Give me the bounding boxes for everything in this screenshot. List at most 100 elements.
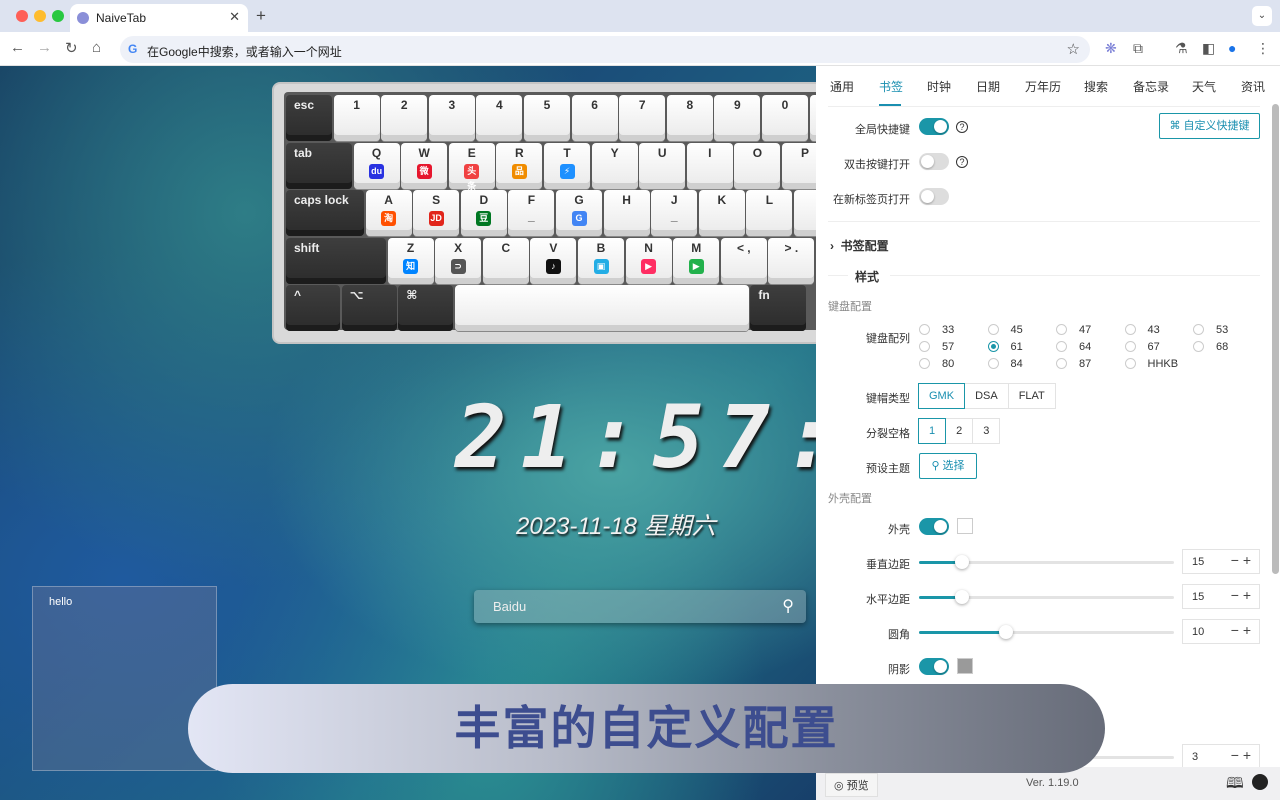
docs-book-icon[interactable]: 🕮 [1226,773,1244,798]
close-window-button[interactable] [16,10,28,22]
key-H[interactable]: H [604,190,650,236]
key-⌘[interactable]: ⌘ [398,285,453,331]
horizontal-padding-slider[interactable] [919,596,1174,599]
key-fn[interactable]: fn [750,285,806,331]
key-G[interactable]: GG [556,190,602,236]
tab-0[interactable]: 通用 [830,78,854,95]
layout-radio-68[interactable]: 68 [1193,341,1228,353]
number-input[interactable]: 3− + [1182,744,1260,769]
custom-shortcut-button[interactable]: ⌘ 自定义快捷键 [1159,113,1260,139]
radio-circle[interactable] [1056,324,1067,335]
vertical-padding-slider[interactable] [919,561,1174,564]
key-X[interactable]: X⊃ [435,238,481,284]
key-Z[interactable]: Z知 [388,238,434,284]
radius-input[interactable]: 10− + [1182,619,1260,644]
layout-radio-57[interactable]: 57 [919,341,954,353]
key-6[interactable]: 6 [572,95,618,141]
tab-7[interactable]: 天气 [1192,78,1216,95]
splits-option[interactable]: 3 [972,418,1000,444]
search-icon[interactable]: ⚲ [782,596,794,616]
key-Q[interactable]: Qdu [354,143,400,189]
menu-icon[interactable]: ⋮ [1256,40,1270,57]
radio-circle[interactable] [988,324,999,335]
layout-radio-47[interactable]: 47 [1056,324,1091,336]
radio-circle[interactable] [988,358,999,369]
keycaps-option[interactable]: GMK [918,383,965,409]
shell-toggle[interactable] [919,518,949,535]
key-4[interactable]: 4 [476,95,522,141]
home-icon[interactable]: ⌂ [92,39,101,56]
memo-note[interactable]: hello [32,586,217,771]
key-Y[interactable]: Y [592,143,638,189]
key-tab[interactable]: tab [286,143,352,189]
key-I[interactable]: I [687,143,733,189]
radius-slider[interactable] [919,631,1174,634]
key-O[interactable]: O [734,143,780,189]
extension-naivetab-icon[interactable]: ❋ [1105,40,1117,57]
key-W[interactable]: W微 [401,143,447,189]
profile-avatar-icon[interactable]: ● [1228,40,1236,56]
maximize-window-button[interactable] [52,10,64,22]
radio-circle[interactable] [919,358,930,369]
key-7[interactable]: 7 [619,95,665,141]
key-T[interactable]: T⚡ [544,143,590,189]
tab-1[interactable]: 书签 [879,78,903,95]
keycaps-option[interactable]: DSA [964,383,1009,409]
key-V[interactable]: V♪ [530,238,576,284]
layout-radio-87[interactable]: 87 [1056,358,1091,370]
key-3[interactable]: 3 [429,95,475,141]
radio-circle[interactable] [1125,341,1136,352]
key-F[interactable]: F_ [508,190,554,236]
splits-option[interactable]: 2 [945,418,973,444]
key-8[interactable]: 8 [667,95,713,141]
key-M[interactable]: M▶ [673,238,719,284]
keycaps-option[interactable]: FLAT [1008,383,1056,409]
close-tab-icon[interactable]: ✕ [229,9,240,25]
layout-radio-45[interactable]: 45 [988,324,1023,336]
key-U[interactable]: U [639,143,685,189]
minimize-window-button[interactable] [34,10,46,22]
key-K[interactable]: K [699,190,745,236]
splits-option[interactable]: 1 [918,418,946,444]
radio-circle[interactable] [1125,358,1136,369]
tab-8[interactable]: 资讯 [1241,78,1265,95]
key-E[interactable]: E头条 [449,143,495,189]
layout-radio-64[interactable]: 64 [1056,341,1091,353]
shadow-toggle[interactable] [919,658,949,675]
global-shortcut-toggle[interactable] [919,118,949,135]
key-;[interactable]: ; [794,190,816,236]
tab-search-button[interactable]: ⌄ [1252,6,1272,26]
layout-radio-53[interactable]: 53 [1193,324,1228,336]
double-click-open-toggle[interactable] [919,153,949,170]
reload-icon[interactable]: ↻ [65,39,78,57]
new-tab-button[interactable]: + [256,6,266,26]
layout-radio-61[interactable]: 61 [988,341,1023,353]
minus-plus-icons[interactable]: − + [1231,622,1251,638]
tab-5[interactable]: 搜索 [1084,78,1108,95]
key-1[interactable]: 1 [334,95,380,141]
layout-radio-80[interactable]: 80 [919,358,954,370]
layout-radio-84[interactable]: 84 [988,358,1023,370]
layout-radio-67[interactable]: 67 [1125,341,1160,353]
labs-icon[interactable]: ⚗ [1175,40,1188,57]
forward-icon[interactable]: → [37,39,52,56]
key-5[interactable]: 5 [524,95,570,141]
key-caps-lock[interactable]: caps lock [286,190,364,236]
browser-tab[interactable]: NaiveTab✕ [70,4,248,32]
tab-4[interactable]: 万年历 [1025,78,1061,95]
layout-radio-33[interactable]: 33 [919,324,954,336]
key-D[interactable]: D豆 [461,190,507,236]
radio-circle[interactable] [1193,341,1204,352]
minus-plus-icons[interactable]: − + [1231,747,1251,763]
shell-color-picker[interactable] [957,518,973,534]
key-N[interactable]: N▶ [626,238,672,284]
radio-circle[interactable] [1056,341,1067,352]
radio-circle[interactable] [919,324,930,335]
key-shift[interactable]: shift [286,238,386,284]
layout-radio-43[interactable]: 43 [1125,324,1160,336]
shadow-color-picker[interactable] [957,658,973,674]
key-esc[interactable]: esc [286,95,332,141]
tab-3[interactable]: 日期 [976,78,1000,95]
preview-button[interactable]: ◎ 预览 [825,773,878,797]
memo-text[interactable]: hello [49,596,72,608]
